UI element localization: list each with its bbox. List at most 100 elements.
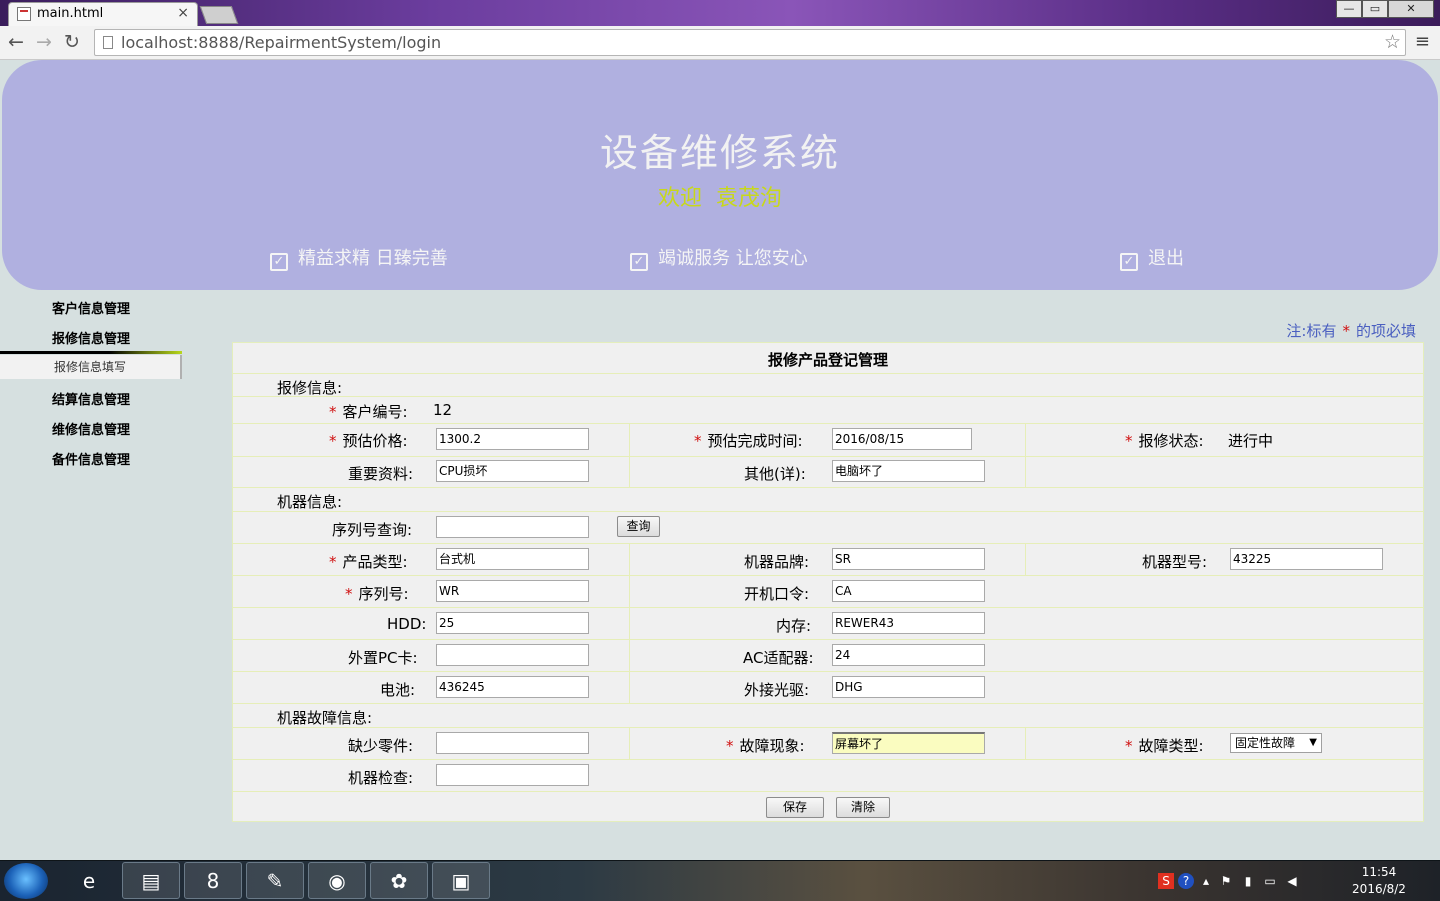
grid-line (233, 543, 1423, 544)
paint-icon[interactable]: ✿ (370, 862, 428, 899)
chrome-icon[interactable]: ◉ (308, 862, 366, 899)
system-tray: S ? ▴ ⚑ ▮ ▭ ◀ 11:54 2016/8/2 (1150, 861, 1440, 901)
slogan-2: ✓ 竭诚服务 让您安心 (630, 244, 808, 271)
other-input[interactable]: 电脑坏了 (832, 460, 985, 482)
battery-label: 电池: (380, 681, 416, 699)
page-icon (103, 36, 113, 49)
save-button[interactable]: 保存 (766, 797, 824, 818)
query-button[interactable]: 查询 (617, 516, 660, 537)
grid-line (233, 487, 1423, 488)
clock-time: 11:54 (1361, 865, 1397, 879)
tray-arrow-icon[interactable]: ▴ (1198, 873, 1214, 889)
boot-password-input[interactable]: CA (832, 580, 985, 602)
section-repair-info: 报修信息: (277, 379, 343, 397)
serial-input[interactable]: WR (436, 580, 589, 602)
browser-tab[interactable]: main.html × (8, 2, 198, 26)
est-price-label: * 预估价格: (329, 432, 408, 450)
est-finish-date-input[interactable]: 2016/08/15 (832, 428, 972, 450)
model-input[interactable]: 43225 (1230, 548, 1383, 570)
fault-symptom-input[interactable]: 屏幕坏了 (832, 732, 985, 754)
power-icon[interactable]: ▮ (1240, 873, 1256, 889)
reload-icon[interactable]: ↻ (64, 31, 80, 53)
important-data-input[interactable]: CPU损坏 (436, 460, 589, 482)
address-bar[interactable]: localhost:8888/RepairmentSystem/login ☆ (94, 29, 1406, 56)
fault-type-select[interactable]: 固定性故障 ▼ (1230, 733, 1322, 753)
network-icon[interactable]: ▭ (1262, 873, 1278, 889)
optical-drive-label: 外接光驱: (744, 681, 810, 699)
model-label: 机器型号: (1142, 553, 1208, 571)
ac-adapter-input[interactable]: 24 (832, 644, 985, 666)
sidebar-divider (0, 351, 182, 354)
product-type-input[interactable]: 台式机 (436, 548, 589, 570)
system-title: 设备维修系统 (599, 131, 840, 175)
tab-title: main.html (37, 6, 104, 21)
window-close-button[interactable]: ✕ (1388, 0, 1434, 18)
sidebar-subitem-repair-entry[interactable]: 报修信息填写 (0, 355, 182, 379)
checkbox-icon: ✓ (270, 253, 288, 271)
grid-line (233, 396, 1423, 397)
checkbox-icon: ✓ (1120, 253, 1138, 271)
hdd-input[interactable]: 25 (436, 612, 589, 634)
action-center-flag-icon[interactable]: ⚑ (1218, 873, 1234, 889)
missing-parts-input[interactable] (436, 732, 589, 754)
bookmark-star-icon[interactable]: ☆ (1384, 31, 1401, 53)
note-prefix: 注:标有 (1286, 322, 1337, 340)
clock-date: 2016/8/2 (1352, 882, 1406, 896)
logout-link[interactable]: ✓ 退出 (1120, 244, 1184, 271)
address-url[interactable]: localhost:8888/RepairmentSystem/login (121, 33, 441, 52)
serial-label: * 序列号: (345, 585, 409, 603)
grid-line (233, 671, 1423, 672)
battery-input[interactable]: 436245 (436, 676, 589, 698)
page-favicon-icon (17, 7, 31, 21)
machine-check-label: 机器检查: (348, 769, 414, 787)
eclipse-icon[interactable]: 8 (184, 862, 242, 899)
taskbar-clock[interactable]: 11:54 2016/8/2 (1344, 864, 1414, 898)
sidebar-item-parts[interactable]: 备件信息管理 (52, 449, 130, 468)
grid-line (1025, 423, 1026, 487)
image-viewer-icon[interactable]: ▣ (432, 862, 490, 899)
start-button[interactable] (4, 863, 48, 899)
help-icon[interactable]: ? (1178, 873, 1194, 889)
grid-line (1025, 543, 1026, 575)
back-arrow-icon[interactable]: ← (8, 31, 24, 53)
grid-line (233, 759, 1423, 760)
logout-text[interactable]: 退出 (1148, 248, 1184, 269)
serial-query-input[interactable] (436, 516, 589, 538)
input-method-icon[interactable]: S (1158, 873, 1174, 889)
memory-label: 内存: (776, 617, 812, 635)
sidebar-item-maintenance[interactable]: 维修信息管理 (52, 419, 130, 438)
user-name: 袁茂洵 (716, 186, 783, 211)
required-note: 注:标有 * 的项必填 (1286, 320, 1416, 341)
memory-input[interactable]: REWER43 (832, 612, 985, 634)
machine-check-input[interactable] (436, 764, 589, 786)
form-title: 报修产品登记管理 (767, 351, 888, 369)
ie-icon[interactable]: e (60, 862, 118, 899)
grid-line (1025, 727, 1026, 759)
section-fault-info: 机器故障信息: (277, 709, 373, 727)
clear-button[interactable]: 清除 (836, 797, 890, 818)
browser-tab-strip: main.html × — ▭ ✕ (0, 0, 1440, 26)
est-price-input[interactable]: 1300.2 (436, 428, 589, 450)
tab-close-icon[interactable]: × (177, 5, 189, 21)
file-explorer-icon[interactable]: ▤ (122, 862, 180, 899)
sidebar-item-repair[interactable]: 报修信息管理 (52, 328, 130, 347)
browser-menu-icon[interactable]: ≡ (1415, 31, 1430, 52)
slogan-1: ✓ 精益求精 日臻完善 (270, 244, 448, 271)
optical-drive-input[interactable]: DHG (832, 676, 985, 698)
minimize-button[interactable]: — (1336, 0, 1362, 18)
hdd-label: HDD: (387, 615, 427, 633)
fault-symptom-label: * 故障现象: (726, 737, 805, 755)
sidebar-item-customer[interactable]: 客户信息管理 (52, 298, 130, 317)
volume-muted-icon[interactable]: ◀ (1284, 873, 1300, 889)
forward-arrow-icon[interactable]: → (36, 31, 52, 53)
product-type-label: * 产品类型: (329, 553, 408, 571)
maximize-button[interactable]: ▭ (1362, 0, 1388, 18)
est-finish-label: * 预估完成时间: (694, 432, 803, 450)
mysql-icon[interactable]: ✎ (246, 862, 304, 899)
pc-card-input[interactable] (436, 644, 589, 666)
sidebar-item-settlement[interactable]: 结算信息管理 (52, 389, 130, 408)
grid-line (233, 511, 1423, 512)
brand-input[interactable]: SR (832, 548, 985, 570)
new-tab-button[interactable] (199, 6, 239, 24)
slogan-2-text: 竭诚服务 让您安心 (658, 248, 808, 269)
